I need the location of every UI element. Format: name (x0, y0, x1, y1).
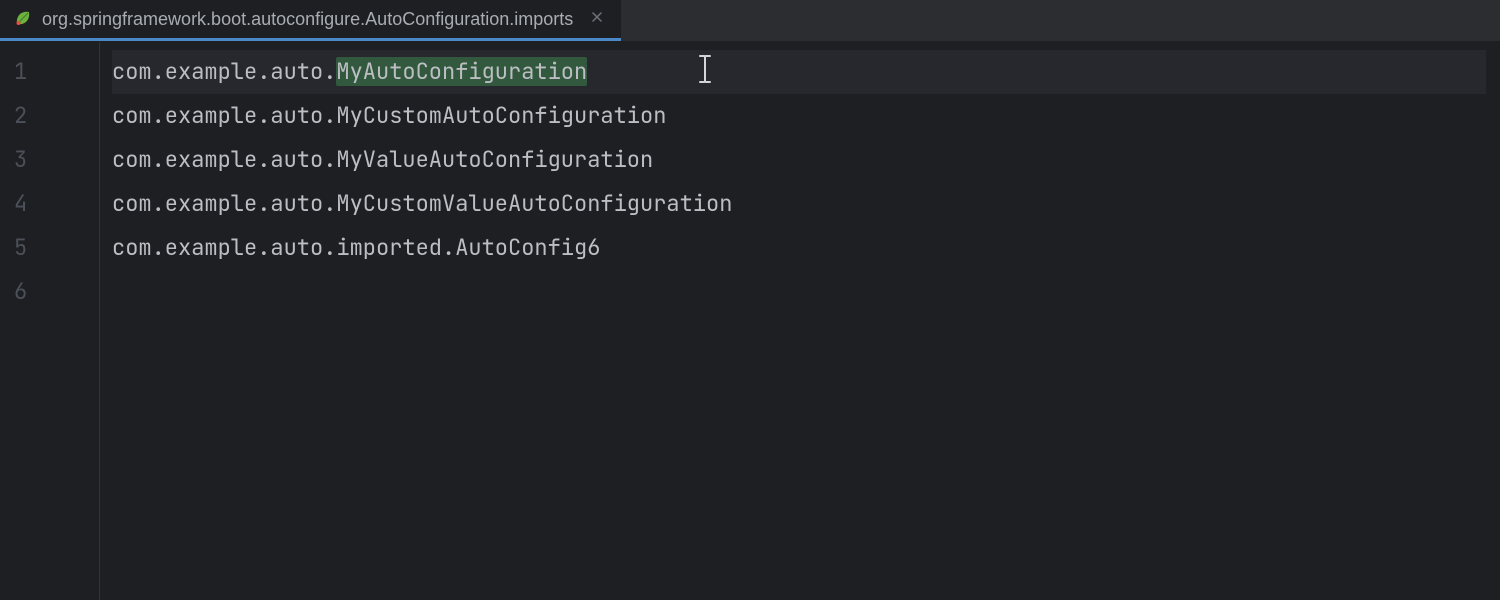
code-text: com.example.auto.imported.AutoConfig6 (112, 233, 600, 262)
line-number: 2 (0, 94, 99, 138)
code-area[interactable]: com.example.auto.MyAutoConfiguration com.… (100, 42, 1500, 600)
line-number: 4 (0, 182, 99, 226)
code-line[interactable]: com.example.auto.imported.AutoConfig6 (112, 226, 1500, 270)
line-number: 5 (0, 226, 99, 270)
code-line[interactable]: com.example.auto.MyCustomAutoConfigurati… (112, 94, 1500, 138)
spring-leaf-icon (14, 10, 32, 28)
tab-label: org.springframework.boot.autoconfigure.A… (42, 9, 573, 30)
line-number: 6 (0, 270, 99, 314)
code-line[interactable]: com.example.auto.MyCustomValueAutoConfig… (112, 182, 1500, 226)
editor-tab[interactable]: org.springframework.boot.autoconfigure.A… (0, 0, 621, 41)
tab-bar: org.springframework.boot.autoconfigure.A… (0, 0, 1500, 42)
scrollbar[interactable] (1486, 42, 1500, 600)
code-line[interactable]: com.example.auto.MyValueAutoConfiguratio… (112, 138, 1500, 182)
code-text: com.example.auto.MyCustomValueAutoConfig… (112, 189, 732, 218)
close-icon[interactable] (587, 8, 607, 30)
gutter: 123456 (0, 42, 100, 600)
line-number: 3 (0, 138, 99, 182)
code-line[interactable] (112, 270, 1500, 314)
code-text: com.example.auto.MyValueAutoConfiguratio… (112, 145, 653, 174)
line-number: 1 (0, 50, 99, 94)
code-text: com.example.auto.MyCustomAutoConfigurati… (112, 101, 666, 130)
code-text: com.example.auto.MyAutoConfiguration (112, 57, 587, 86)
word-highlight: MyAutoConfiguration (336, 57, 587, 86)
code-line[interactable]: com.example.auto.MyAutoConfiguration (112, 50, 1500, 94)
editor: 123456 com.example.auto.MyAutoConfigurat… (0, 42, 1500, 600)
